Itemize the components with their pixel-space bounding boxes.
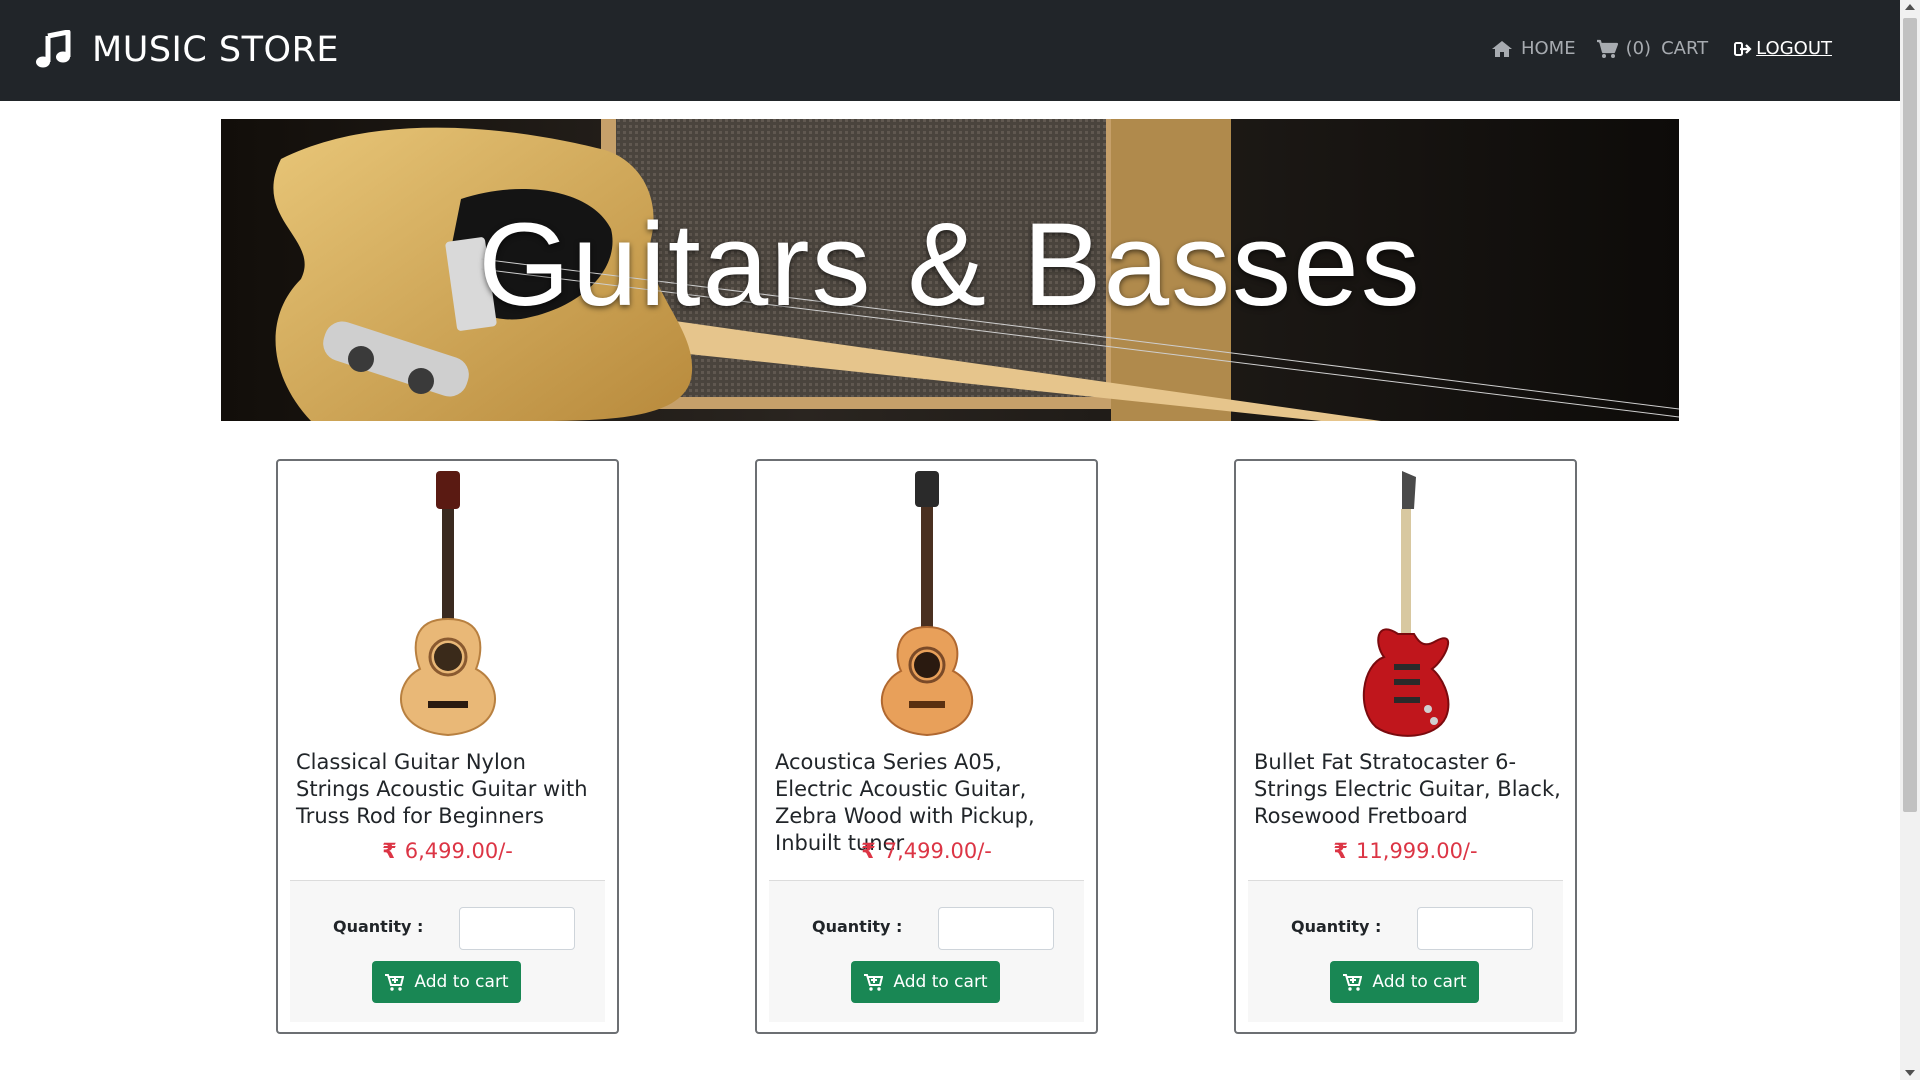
product-title[interactable]: Bullet Fat Stratocaster 6-Strings Electr… — [1254, 749, 1564, 830]
nav-home-label: HOME — [1520, 38, 1576, 59]
category-banner: Guitars & Basses — [221, 119, 1679, 421]
electric-guitar-image[interactable] — [1236, 469, 1575, 741]
add-to-cart-button[interactable]: Add to cart — [851, 961, 1000, 1003]
acoustic-guitar-image[interactable] — [757, 469, 1096, 741]
add-to-cart-label: Add to cart — [893, 972, 988, 992]
price-value: 6,499.00/- — [404, 839, 513, 863]
nav-home-link[interactable]: HOME — [1491, 38, 1576, 59]
navbar: MUSIC STORE HOME (0) CART LOGOUT — [0, 0, 1900, 101]
page: MUSIC STORE HOME (0) CART LOGOUT Guitars… — [0, 0, 1920, 1080]
scroll-down-arrow-icon[interactable] — [1905, 1070, 1915, 1076]
classical-guitar-image[interactable] — [278, 469, 617, 741]
add-to-cart-button[interactable]: Add to cart — [372, 961, 521, 1003]
cart-plus-icon — [385, 974, 405, 991]
price-value: 11,999.00/- — [1356, 839, 1478, 863]
cart-count: (0) — [1625, 38, 1652, 59]
nav-cart-link[interactable]: (0) CART — [1596, 38, 1709, 59]
product-card: Bullet Fat Stratocaster 6-Strings Electr… — [1234, 459, 1577, 1034]
brand-name: MUSIC STORE — [92, 30, 339, 70]
card-footer: Quantity : Add to cart — [290, 880, 605, 1022]
quantity-input[interactable] — [938, 907, 1054, 950]
quantity-input[interactable] — [459, 907, 575, 950]
add-to-cart-button[interactable]: Add to cart — [1330, 961, 1479, 1003]
home-icon — [1491, 40, 1512, 57]
sign-out-icon — [1734, 41, 1752, 56]
brand-link[interactable]: MUSIC STORE — [34, 30, 339, 70]
cart-plus-icon — [864, 974, 884, 991]
price-value: 7,499.00/- — [883, 839, 992, 863]
quantity-label: Quantity : — [333, 917, 424, 936]
product-card: Acoustica Series A05, Electric Acoustic … — [755, 459, 1098, 1034]
product-card: Classical Guitar Nylon Strings Acoustic … — [276, 459, 619, 1034]
nav-cart-label: CART — [1661, 38, 1709, 59]
rupee-icon: ₹ — [382, 839, 397, 863]
rupee-icon: ₹ — [1333, 839, 1349, 863]
nav-logout-link[interactable]: LOGOUT — [1734, 38, 1832, 59]
nav-links: HOME (0) CART LOGOUT — [1471, 38, 1832, 59]
product-price: ₹7,499.00/- — [757, 839, 1096, 863]
scroll-up-arrow-icon[interactable] — [1905, 4, 1915, 10]
quantity-label: Quantity : — [812, 917, 903, 936]
quantity-label: Quantity : — [1291, 917, 1382, 936]
scrollbar-thumb[interactable] — [1903, 18, 1917, 812]
cart-icon — [1596, 39, 1618, 58]
add-to-cart-label: Add to cart — [414, 972, 509, 992]
vertical-scrollbar[interactable] — [1900, 0, 1920, 1080]
card-footer: Quantity : Add to cart — [769, 880, 1084, 1022]
cart-plus-icon — [1343, 974, 1363, 991]
product-price: ₹6,499.00/- — [278, 839, 617, 863]
quantity-input[interactable] — [1417, 907, 1533, 950]
product-title[interactable]: Classical Guitar Nylon Strings Acoustic … — [296, 749, 606, 830]
card-footer: Quantity : Add to cart — [1248, 880, 1563, 1022]
add-to-cart-label: Add to cart — [1372, 972, 1467, 992]
nav-logout-label: LOGOUT — [1756, 38, 1832, 59]
music-note-icon — [36, 30, 71, 68]
banner-title: Guitars & Basses — [478, 199, 1422, 331]
rupee-icon: ₹ — [861, 839, 876, 863]
product-price: ₹11,999.00/- — [1236, 839, 1575, 863]
